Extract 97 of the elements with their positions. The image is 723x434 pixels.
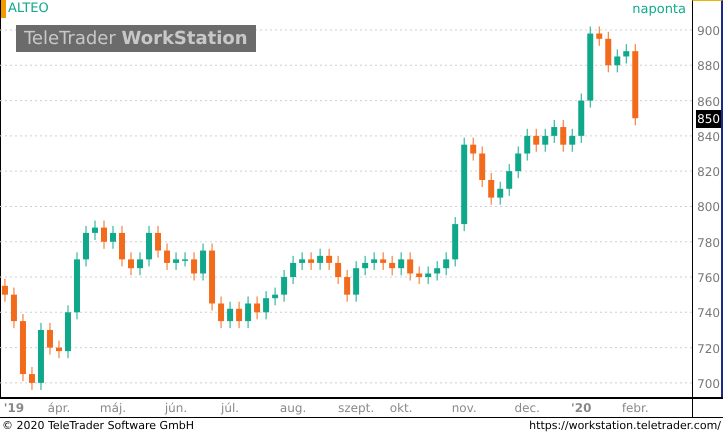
candle — [128, 252, 134, 276]
axis-label: okt. — [390, 401, 413, 415]
candle — [254, 296, 260, 320]
brand-logo: TeleTrader WorkStation — [16, 25, 256, 52]
axis-label: 820 — [697, 164, 720, 180]
interval-label: naponta — [632, 2, 686, 17]
candle — [605, 31, 612, 73]
candle — [398, 252, 404, 276]
axis-label: 720 — [697, 340, 720, 357]
candle — [497, 181, 504, 206]
candle — [64, 304, 71, 359]
candle — [200, 243, 206, 282]
candle — [38, 322, 44, 390]
axis-label: máj. — [100, 401, 126, 415]
axis-label: jún. — [164, 401, 188, 415]
axis-label: júl. — [221, 401, 240, 415]
candle — [245, 296, 252, 329]
candle — [20, 314, 26, 382]
symbol-marker — [1, 0, 6, 18]
candle — [164, 243, 170, 270]
candle — [209, 243, 216, 312]
candle — [353, 260, 360, 302]
candle — [137, 252, 144, 276]
axis-label: aug. — [280, 401, 306, 415]
candle — [551, 119, 558, 144]
candle — [227, 301, 234, 329]
candle — [10, 287, 17, 329]
candle — [524, 128, 530, 162]
axis-label: nov. — [452, 401, 477, 415]
axis-label: 760 — [697, 270, 720, 286]
axis-label: 880 — [697, 58, 720, 74]
candle — [344, 269, 350, 302]
candle — [569, 128, 576, 152]
candle — [380, 252, 386, 270]
candle — [317, 248, 324, 270]
candle — [28, 366, 35, 390]
candle — [434, 260, 440, 282]
candle — [425, 266, 432, 285]
candle — [578, 93, 584, 144]
copyright-text: © 2020 TeleTrader Software GmbH — [2, 418, 194, 434]
candle — [596, 26, 602, 46]
candle — [299, 252, 306, 270]
axis-label: '19 — [4, 401, 24, 415]
axis-label: dec. — [514, 401, 540, 415]
candle — [560, 119, 566, 152]
candle — [542, 128, 548, 152]
candle — [290, 255, 296, 285]
candle — [335, 255, 342, 285]
candle — [479, 146, 486, 188]
url-text: https://workstation.teletrader.com/ — [529, 418, 721, 434]
candle — [155, 225, 162, 258]
candle — [110, 225, 116, 250]
candle — [101, 220, 107, 250]
candle — [236, 301, 242, 329]
candle — [389, 255, 396, 276]
axis-label: szept. — [338, 401, 374, 415]
axis-label: ápr. — [48, 401, 70, 415]
axis-label: 860 — [697, 94, 720, 110]
candle — [623, 44, 630, 64]
axis-label: 900 — [697, 22, 720, 39]
candle — [515, 146, 522, 179]
last-price-label: 850 — [696, 110, 721, 128]
axis-label: 800 — [697, 199, 720, 216]
candle — [371, 252, 378, 270]
candle — [416, 266, 422, 285]
candle — [506, 164, 512, 196]
candle — [74, 252, 80, 320]
candle — [263, 290, 270, 320]
axis-label: febr. — [622, 401, 649, 415]
candle — [488, 172, 494, 206]
candle — [533, 128, 540, 152]
candle — [191, 252, 198, 282]
candle — [218, 296, 224, 329]
candle — [119, 225, 125, 267]
candle — [46, 322, 53, 356]
candle — [182, 252, 188, 267]
candle — [452, 216, 458, 267]
candle — [56, 340, 62, 359]
candle — [2, 278, 8, 302]
axis-label: 840 — [697, 128, 720, 145]
axis-label: 740 — [697, 305, 720, 322]
candle — [362, 255, 368, 276]
candle — [614, 48, 620, 73]
candle — [146, 225, 152, 267]
candle — [443, 252, 450, 276]
axis-label: 780 — [697, 234, 720, 251]
candle — [173, 252, 180, 270]
axis-label: '20 — [571, 401, 592, 415]
candle — [308, 252, 314, 270]
candle — [92, 220, 98, 240]
candle — [326, 248, 332, 270]
candle — [281, 269, 288, 302]
candle — [470, 137, 476, 162]
candle — [83, 225, 89, 267]
axis-label: 700 — [697, 376, 720, 392]
candle — [407, 252, 414, 282]
candle — [272, 287, 278, 306]
